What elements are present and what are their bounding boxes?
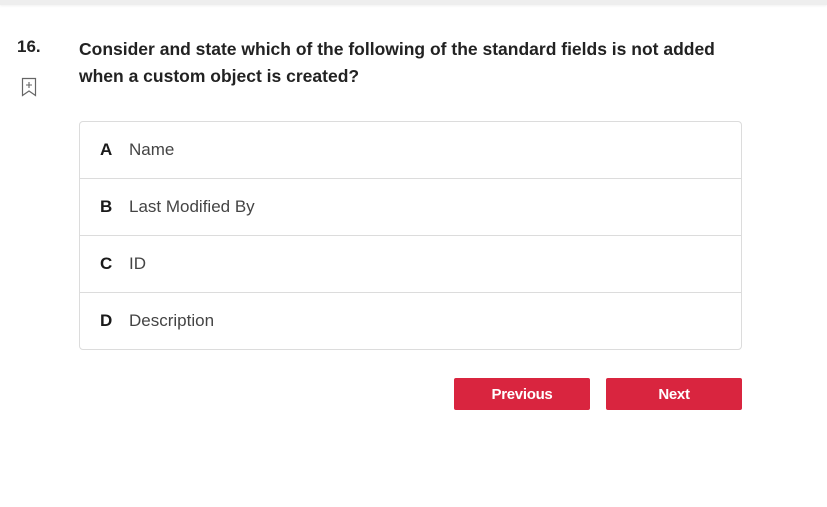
next-button[interactable]: Next — [606, 378, 742, 410]
question-text: Consider and state which of the followin… — [79, 39, 715, 86]
previous-button[interactable]: Previous — [454, 378, 590, 410]
option-letter: D — [100, 311, 113, 330]
option-text: Description — [129, 311, 215, 330]
option-text: ID — [129, 254, 146, 273]
top-bar — [0, 0, 827, 5]
option-a[interactable]: A Name — [80, 122, 741, 179]
option-letter: B — [100, 197, 113, 216]
question-number: 16. — [17, 37, 41, 56]
option-text: Name — [129, 140, 175, 159]
answer-options: A Name B Last Modified By C ID D Descrip… — [79, 121, 742, 350]
option-text: Last Modified By — [129, 197, 255, 216]
bookmark-add-icon[interactable] — [21, 77, 37, 97]
option-b[interactable]: B Last Modified By — [80, 179, 741, 236]
option-letter: C — [100, 254, 113, 273]
option-c[interactable]: C ID — [80, 236, 741, 293]
option-d[interactable]: D Description — [80, 293, 741, 349]
option-letter: A — [100, 140, 113, 159]
